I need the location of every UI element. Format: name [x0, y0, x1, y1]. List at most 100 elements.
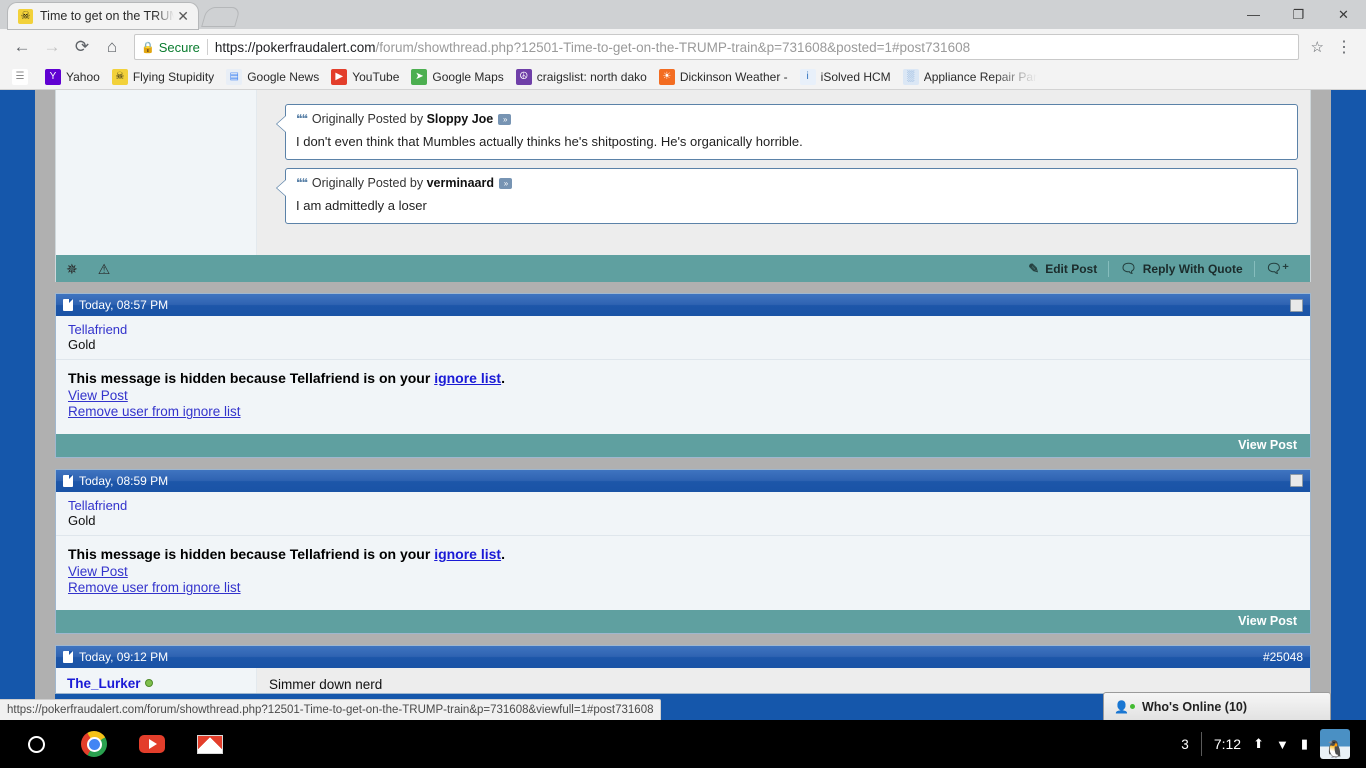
- gmail-icon[interactable]: [196, 730, 224, 758]
- ignore-list-link[interactable]: ignore list: [434, 370, 501, 386]
- back-icon[interactable]: ←: [8, 33, 36, 61]
- window-controls: — ❐ ✕: [1231, 0, 1366, 29]
- reply-with-quote-button[interactable]: 🗨 Reply With Quote: [1109, 261, 1253, 277]
- quote-jump-icon[interactable]: »: [499, 178, 512, 189]
- reload-icon[interactable]: ⟳: [68, 33, 96, 61]
- quote-header: ❝❝ Originally Posted by Sloppy Joe »: [296, 112, 1287, 126]
- quote-author[interactable]: Sloppy Joe: [427, 112, 494, 126]
- quote-block: ❝❝ Originally Posted by verminaard » I a…: [285, 168, 1298, 224]
- bookmark-item[interactable]: ☮craigslist: north dako: [512, 67, 654, 87]
- avatar[interactable]: 🐧: [1320, 729, 1350, 759]
- upload-icon[interactable]: ⬆: [1253, 736, 1264, 752]
- post-timestamp: Today, 09:12 PM: [79, 650, 168, 664]
- online-dot-icon: [1130, 704, 1135, 709]
- launcher-icon[interactable]: [22, 730, 50, 758]
- home-icon[interactable]: ⌂: [98, 33, 126, 61]
- bookmark-label: Appliance Repair Par: [924, 70, 1037, 84]
- wifi-icon[interactable]: ▼: [1276, 737, 1289, 752]
- remove-user-from-ignore-link[interactable]: Remove user from ignore list: [68, 404, 1298, 420]
- quote-prefix: Originally Posted by: [312, 176, 423, 190]
- bookmark-item[interactable]: ☠Flying Stupidity: [108, 67, 221, 87]
- post-body-hidden: This message is hidden because Tellafrie…: [56, 360, 1310, 434]
- bookmark-favicon-icon: ▤: [226, 69, 242, 85]
- hidden-message: This message is hidden because Tellafrie…: [68, 546, 1298, 562]
- post-select-checkbox[interactable]: [1290, 474, 1303, 487]
- forward-icon[interactable]: →: [38, 33, 66, 61]
- ignore-list-link[interactable]: ignore list: [434, 546, 501, 562]
- post-number[interactable]: #25048: [1263, 650, 1303, 664]
- quote-marks-icon: ❝❝: [296, 176, 307, 190]
- bookmark-item[interactable]: ☰: [8, 67, 40, 87]
- quote-author[interactable]: verminaard: [427, 176, 494, 190]
- post-timestamp: Today, 08:59 PM: [79, 474, 168, 488]
- bookmark-favicon-icon: ░: [903, 69, 919, 85]
- bookmark-favicon-icon: ☮: [516, 69, 532, 85]
- post-author-row: Tellafriend Gold: [56, 492, 1310, 536]
- taskbar-apps: [12, 730, 224, 758]
- bookmark-item[interactable]: ➤Google Maps: [407, 67, 510, 87]
- quote-block: ❝❝ Originally Posted by Sloppy Joe » I d…: [285, 104, 1298, 160]
- quote-header: ❝❝ Originally Posted by verminaard »: [296, 176, 1287, 190]
- notification-count[interactable]: 3: [1181, 737, 1189, 752]
- bookmark-favicon-icon: i: [800, 69, 816, 85]
- post-header: Today, 08:57 PM: [56, 294, 1310, 316]
- view-post-link[interactable]: View Post: [68, 564, 1298, 580]
- bookmark-star-icon[interactable]: ☆: [1307, 38, 1328, 56]
- view-post-link[interactable]: View Post: [68, 388, 1298, 404]
- footer-view-post-link[interactable]: View Post: [1238, 438, 1297, 452]
- sparkle-icon[interactable]: ✵: [66, 262, 78, 276]
- browser-tab[interactable]: ☠ Time to get on the TRUMP train ✕: [8, 3, 198, 29]
- quote-marks-icon: ❝❝: [296, 112, 307, 126]
- post-block: Today, 08:59 PM Tellafriend Gold This me…: [55, 469, 1311, 634]
- chrome-menu-icon[interactable]: ⋮: [1330, 37, 1358, 57]
- taskbar-system-tray: 3 7:12 ⬆ ▼ ▮ 🐧: [1181, 729, 1354, 759]
- url-path: /forum/showthread.php?12501-Time-to-get-…: [375, 40, 970, 55]
- bookmark-item[interactable]: ▤Google News: [222, 67, 326, 87]
- minimize-icon[interactable]: —: [1231, 0, 1276, 29]
- footer-view-post-link[interactable]: View Post: [1238, 614, 1297, 628]
- post-header-right: [1290, 299, 1303, 312]
- bookmark-favicon-icon: ☠: [112, 69, 128, 85]
- hidden-message-prefix: This message is hidden because Tellafrie…: [68, 370, 434, 386]
- user-online-icon: 👤: [1114, 700, 1135, 714]
- bookmark-item[interactable]: ▶YouTube: [327, 67, 406, 87]
- bookmark-favicon-icon: ☀: [659, 69, 675, 85]
- edit-post-button[interactable]: ✎ Edit Post: [1017, 261, 1108, 277]
- post-timestamp: Today, 08:57 PM: [79, 298, 168, 312]
- close-window-icon[interactable]: ✕: [1321, 0, 1366, 29]
- quote-body: I am admittedly a loser: [296, 198, 1287, 213]
- quote-jump-icon[interactable]: »: [498, 114, 511, 125]
- maximize-icon[interactable]: ❐: [1276, 0, 1321, 29]
- omnibox-divider: [207, 39, 208, 55]
- post-author-row: Tellafriend Gold: [56, 316, 1310, 360]
- new-tab-button[interactable]: [201, 7, 241, 27]
- bookmark-label: iSolved HCM: [821, 70, 891, 84]
- whos-online-widget[interactable]: 👤 Who's Online (10): [1103, 692, 1331, 720]
- post-footer: View Post: [56, 434, 1310, 457]
- warning-icon[interactable]: ⚠: [98, 262, 111, 276]
- pencil-icon: ✎: [1028, 261, 1039, 277]
- post-username[interactable]: The_Lurker: [67, 676, 141, 691]
- system-clock[interactable]: 7:12: [1214, 736, 1241, 752]
- tab-strip: ☠ Time to get on the TRUMP train ✕ — ❐ ✕: [0, 0, 1366, 29]
- post-message-column: ❝❝ Originally Posted by Sloppy Joe » I d…: [257, 90, 1310, 255]
- post-username[interactable]: Tellafriend: [68, 498, 1298, 513]
- bookmark-item[interactable]: ░ Appliance Repair Par: [899, 67, 1044, 87]
- online-status-icon: [145, 679, 153, 687]
- post-username[interactable]: Tellafriend: [68, 322, 1298, 337]
- post-select-checkbox[interactable]: [1290, 299, 1303, 312]
- hidden-message: This message is hidden because Tellafrie…: [68, 370, 1298, 386]
- bookmark-item[interactable]: ☀Dickinson Weather -: [655, 67, 795, 87]
- remove-user-from-ignore-link[interactable]: Remove user from ignore list: [68, 580, 1298, 596]
- close-icon[interactable]: ✕: [174, 9, 192, 23]
- bookmark-item[interactable]: i iSolved HCM: [796, 67, 898, 87]
- battery-icon[interactable]: ▮: [1301, 736, 1308, 752]
- post-doc-icon: [63, 475, 73, 487]
- address-bar[interactable]: 🔒 Secure https://pokerfraudalert.com/for…: [134, 34, 1299, 60]
- browser-window: ☠ Time to get on the TRUMP train ✕ — ❐ ✕…: [0, 0, 1366, 720]
- chrome-icon[interactable]: [80, 730, 108, 758]
- youtube-icon[interactable]: [138, 730, 166, 758]
- multiquote-button[interactable]: 🗨⁺: [1255, 261, 1300, 277]
- bookmark-item[interactable]: YYahoo: [41, 67, 107, 87]
- forum-content-column: ❝❝ Originally Posted by Sloppy Joe » I d…: [55, 90, 1311, 720]
